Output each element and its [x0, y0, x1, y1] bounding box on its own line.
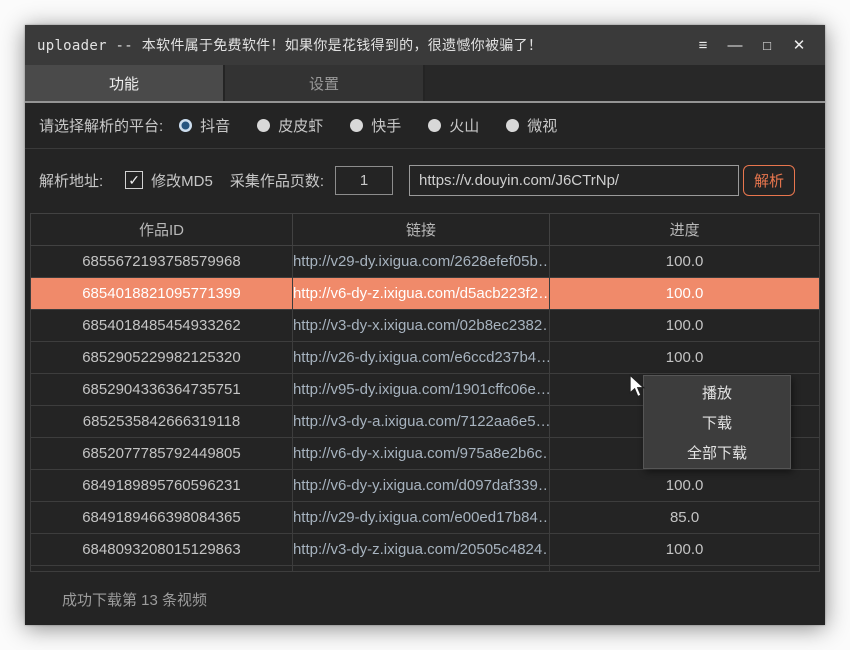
- table-header-row: 作品ID 链接 进度: [31, 214, 820, 246]
- cell-id: 6849189466398084365: [31, 502, 293, 534]
- main-content: 请选择解析的平台: 抖音 皮皮虾 快手 火山 微视 解析地址: ✓ 修改MD5 采集作品…: [25, 103, 825, 623]
- tab-0[interactable]: 功能: [25, 65, 225, 101]
- radio-label: 微视: [527, 115, 557, 136]
- cell-progress: 100.0: [550, 246, 820, 278]
- cell-link: http://v29-dy.ixigua.com/e00ed17b84…: [292, 502, 549, 534]
- cell-id: 6852905229982125320: [31, 342, 293, 374]
- radio-icon: [506, 119, 519, 132]
- radio-option-4[interactable]: 微视: [506, 115, 557, 136]
- minimize-icon[interactable]: —: [719, 30, 751, 60]
- cell-progress: 100.0: [550, 470, 820, 502]
- window-controls: ≡ — □ ✕: [687, 30, 815, 60]
- cell-progress: 100.0: [550, 534, 820, 566]
- radio-label: 抖音: [200, 115, 230, 136]
- cell-id: 6848093208015129863: [31, 534, 293, 566]
- cell-id: 6855672193758579968: [31, 246, 293, 278]
- parse-row: 解析地址: ✓ 修改MD5 采集作品页数: 解析: [25, 149, 825, 211]
- radio-option-1[interactable]: 皮皮虾: [257, 115, 323, 136]
- pages-input[interactable]: [335, 166, 393, 195]
- table-row[interactable]: 6855672193758579968http://v29-dy.ixigua.…: [31, 246, 820, 278]
- menu-icon[interactable]: ≡: [687, 30, 719, 60]
- md5-checkbox[interactable]: ✓: [125, 171, 143, 189]
- table-row[interactable]: 6852905229982125320http://v26-dy.ixigua.…: [31, 342, 820, 374]
- cell-id: 6854018821095771399: [31, 278, 293, 310]
- context-menu-item-1[interactable]: 下载: [644, 407, 790, 437]
- radio-option-2[interactable]: 快手: [350, 115, 401, 136]
- radio-label: 快手: [371, 115, 401, 136]
- header-work-id[interactable]: 作品ID: [31, 214, 293, 246]
- table-row[interactable]: 6854018821095771399http://v6-dy-z.ixigua…: [31, 278, 820, 310]
- cell-progress: 100.0: [550, 310, 820, 342]
- platform-row: 请选择解析的平台: 抖音 皮皮虾 快手 火山 微视: [25, 103, 825, 149]
- status-text: 成功下载第 13 条视频: [62, 589, 207, 610]
- cell-link: http://v26-dy.ixigua.com/e6ccd237b4…: [292, 342, 549, 374]
- cell-empty: [550, 566, 820, 572]
- cell-id: 6849189895760596231: [31, 470, 293, 502]
- cell-link: http://v29-dy.ixigua.com/2628efef05b…: [292, 246, 549, 278]
- cell-empty: [292, 566, 549, 572]
- context-menu-item-2[interactable]: 全部下载: [644, 437, 790, 467]
- mouse-cursor: [629, 374, 651, 400]
- cell-link: http://v3-dy-z.ixigua.com/20505c4824…: [292, 534, 549, 566]
- radio-icon: [179, 119, 192, 132]
- table-row[interactable]: 6848093208015129863http://v3-dy-z.ixigua…: [31, 534, 820, 566]
- cell-link: http://v3-dy-a.ixigua.com/7122aa6e5…: [292, 406, 549, 438]
- cell-link: http://v6-dy-z.ixigua.com/d5acb223f2…: [292, 278, 549, 310]
- url-input[interactable]: [409, 165, 739, 196]
- maximize-icon[interactable]: □: [751, 30, 783, 60]
- radio-option-3[interactable]: 火山: [428, 115, 479, 136]
- close-icon[interactable]: ✕: [783, 30, 815, 60]
- context-menu: 播放下载全部下载: [643, 375, 791, 469]
- table-row[interactable]: 6854018485454933262http://v3-dy-x.ixigua…: [31, 310, 820, 342]
- cell-progress: 85.0: [550, 502, 820, 534]
- context-menu-item-0[interactable]: 播放: [644, 377, 790, 407]
- cell-id: 6852077785792449805: [31, 438, 293, 470]
- cell-link: http://v95-dy.ixigua.com/1901cffc06e…: [292, 374, 549, 406]
- cell-id: 6852904336364735751: [31, 374, 293, 406]
- cell-progress: 100.0: [550, 342, 820, 374]
- radio-icon: [350, 119, 363, 132]
- app-window: uploader -- 本软件属于免费软件！如果你是花钱得到的，很遗憾你被骗了！…: [25, 25, 825, 625]
- tab-bar: 功能设置: [25, 65, 825, 103]
- radio-icon: [257, 119, 270, 132]
- checkmark-icon: ✓: [128, 172, 140, 189]
- cell-id: 6854018485454933262: [31, 310, 293, 342]
- radio-label: 火山: [449, 115, 479, 136]
- pages-label: 采集作品页数:: [230, 170, 324, 191]
- platform-label: 请选择解析的平台:: [39, 115, 163, 136]
- header-link[interactable]: 链接: [292, 214, 549, 246]
- cell-link: http://v3-dy-x.ixigua.com/02b8ec2382…: [292, 310, 549, 342]
- platform-options: 抖音 皮皮虾 快手 火山 微视: [179, 115, 584, 136]
- radio-icon: [428, 119, 441, 132]
- cell-empty: [31, 566, 293, 572]
- cell-link: http://v6-dy-x.ixigua.com/975a8e2b6c…: [292, 438, 549, 470]
- address-label: 解析地址:: [39, 170, 103, 191]
- table-row-partial: [31, 566, 820, 572]
- cell-link: http://v6-dy-y.ixigua.com/d097daf339…: [292, 470, 549, 502]
- header-progress[interactable]: 进度: [550, 214, 820, 246]
- parse-button[interactable]: 解析: [743, 165, 795, 196]
- table-row[interactable]: 6849189466398084365http://v29-dy.ixigua.…: [31, 502, 820, 534]
- window-title: uploader -- 本软件属于免费软件！如果你是花钱得到的，很遗憾你被骗了！: [37, 35, 542, 55]
- md5-label: 修改MD5: [151, 170, 213, 191]
- cell-id: 6852535842666319118: [31, 406, 293, 438]
- tab-1[interactable]: 设置: [225, 65, 425, 101]
- radio-label: 皮皮虾: [278, 115, 323, 136]
- cell-progress: 100.0: [550, 278, 820, 310]
- title-bar: uploader -- 本软件属于免费软件！如果你是花钱得到的，很遗憾你被骗了！…: [25, 25, 825, 65]
- table-row[interactable]: 6849189895760596231http://v6-dy-y.ixigua…: [31, 470, 820, 502]
- radio-option-0[interactable]: 抖音: [179, 115, 230, 136]
